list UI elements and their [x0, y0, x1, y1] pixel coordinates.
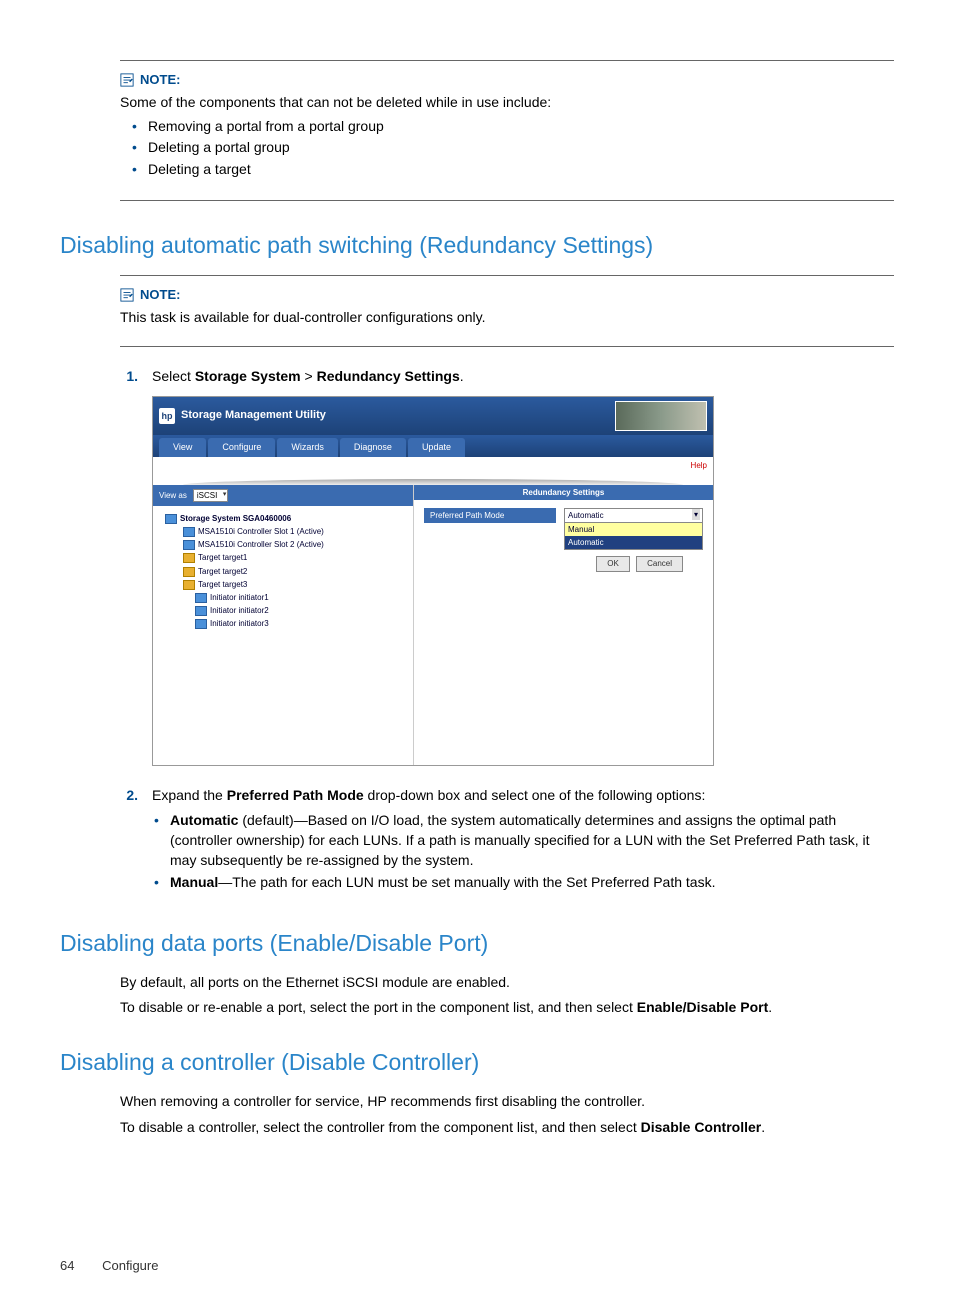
- tree-controller: MSA1510i Controller Slot 1 (Active): [157, 525, 409, 538]
- note-bullet-list: Removing a portal from a portal group De…: [120, 117, 894, 180]
- hp-logo-icon: hp: [159, 408, 175, 424]
- initiator-icon: [195, 593, 207, 603]
- page-number: 64: [60, 1258, 74, 1273]
- note-text: This task is available for dual-controll…: [120, 308, 894, 328]
- step-number: 1.: [120, 367, 138, 776]
- tab-wizards[interactable]: Wizards: [277, 438, 338, 457]
- initiator-icon: [195, 619, 207, 629]
- embedded-screenshot: hp Storage Management Utility View Confi…: [152, 396, 714, 766]
- select-option-manual[interactable]: Manual: [565, 523, 702, 536]
- ui-element-name: Enable/Disable Port: [637, 999, 768, 1015]
- footer-section: Configure: [102, 1258, 158, 1273]
- section-heading-ports: Disabling data ports (Enable/Disable Por…: [60, 927, 894, 959]
- preferred-path-label: Preferred Path Mode: [424, 508, 556, 523]
- paragraph: To disable a controller, select the cont…: [120, 1118, 894, 1138]
- note-icon: [120, 288, 134, 302]
- controller-icon: [183, 527, 195, 537]
- paragraph: By default, all ports on the Ethernet iS…: [120, 973, 894, 993]
- note-block-1: NOTE: Some of the components that can no…: [120, 60, 894, 201]
- list-item: Deleting a target: [148, 160, 894, 180]
- tree-target: Target target2: [157, 565, 409, 578]
- preferred-path-select[interactable]: Automatic Manual Automatic: [564, 508, 703, 551]
- step-2: 2. Expand the Preferred Path Mode drop-d…: [120, 786, 894, 899]
- ui-element-name: Preferred Path Mode: [227, 787, 364, 803]
- initiator-icon: [195, 606, 207, 616]
- tree-root: Storage System SGA0460006: [157, 512, 409, 525]
- step-text: drop-down box and select one of the foll…: [364, 787, 706, 803]
- tree-target: Target target3: [157, 578, 409, 591]
- list-item: Deleting a portal group: [148, 138, 894, 158]
- select-current[interactable]: Automatic: [565, 509, 702, 522]
- tree-initiator: Initiator initiator3: [157, 617, 409, 630]
- target-icon: [183, 553, 195, 563]
- page-footer: 64 Configure: [60, 1257, 894, 1275]
- step-text: .: [460, 368, 464, 384]
- list-item: Automatic (default)—Based on I/O load, t…: [170, 811, 894, 870]
- note-label: NOTE:: [140, 71, 180, 89]
- controller-icon: [183, 540, 195, 550]
- select-option-automatic[interactable]: Automatic: [565, 536, 702, 549]
- note-label: NOTE:: [140, 286, 180, 304]
- tree-initiator: Initiator initiator2: [157, 604, 409, 617]
- storage-system-icon: [165, 514, 177, 524]
- ok-button[interactable]: OK: [596, 556, 630, 571]
- ui-element-name: Disable Controller: [641, 1119, 762, 1135]
- help-link[interactable]: Help: [691, 461, 707, 470]
- tab-update[interactable]: Update: [408, 438, 465, 457]
- note-text: Some of the components that can not be d…: [120, 93, 894, 113]
- list-item: Manual—The path for each LUN must be set…: [170, 873, 894, 893]
- note-icon: [120, 73, 134, 87]
- tree-controller: MSA1510i Controller Slot 2 (Active): [157, 538, 409, 551]
- section-heading-redundancy: Disabling automatic path switching (Redu…: [60, 229, 894, 261]
- view-as-select[interactable]: iSCSI: [193, 489, 228, 502]
- view-as-label: View as: [159, 490, 187, 501]
- nav-tabs: View Configure Wizards Diagnose Update: [153, 435, 713, 457]
- cancel-button[interactable]: Cancel: [636, 556, 683, 571]
- section-heading-controller: Disabling a controller (Disable Controll…: [60, 1046, 894, 1078]
- tree-target: Target target1: [157, 551, 409, 564]
- step-1: 1. Select Storage System > Redundancy Se…: [120, 367, 894, 776]
- tab-configure[interactable]: Configure: [208, 438, 275, 457]
- tree-initiator: Initiator initiator1: [157, 591, 409, 604]
- app-title: Storage Management Utility: [181, 408, 326, 423]
- component-tree: Storage System SGA0460006 MSA1510i Contr…: [153, 506, 413, 637]
- ui-path-segment: Redundancy Settings: [317, 368, 460, 384]
- panel-title: Redundancy Settings: [414, 485, 713, 500]
- step-number: 2.: [120, 786, 138, 899]
- target-icon: [183, 580, 195, 590]
- header-image: [615, 401, 707, 431]
- paragraph: To disable or re-enable a port, select t…: [120, 998, 894, 1018]
- paragraph: When removing a controller for service, …: [120, 1092, 894, 1112]
- ui-path-segment: Storage System: [195, 368, 301, 384]
- note-block-2: NOTE: This task is available for dual-co…: [120, 275, 894, 347]
- step-text: >: [301, 368, 317, 384]
- list-item: Removing a portal from a portal group: [148, 117, 894, 137]
- tab-diagnose[interactable]: Diagnose: [340, 438, 406, 457]
- target-icon: [183, 567, 195, 577]
- step-text: Expand the: [152, 787, 227, 803]
- step-text: Select: [152, 368, 195, 384]
- tab-view[interactable]: View: [159, 438, 206, 457]
